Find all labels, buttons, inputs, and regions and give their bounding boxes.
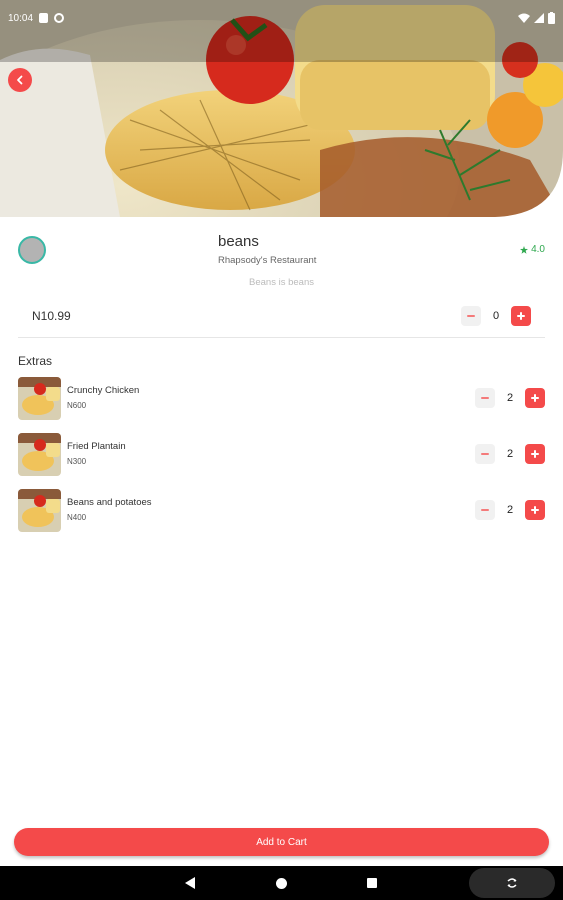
minus-icon [481, 453, 489, 455]
extra-quantity: 2 [506, 392, 514, 404]
signal-icon [534, 13, 544, 23]
item-title: beans [218, 233, 259, 250]
nav-back-button[interactable] [185, 877, 195, 889]
extra-price: N400 [67, 513, 87, 522]
extra-quantity-stepper: 2 [475, 444, 545, 464]
nav-recents-button[interactable] [367, 878, 377, 888]
food-thumbnail-image [18, 377, 61, 420]
extra-quantity: 2 [506, 448, 514, 460]
minus-icon [481, 397, 489, 399]
food-thumbnail-image [18, 489, 61, 532]
chevron-left-icon [17, 75, 23, 85]
decrease-button[interactable] [461, 306, 481, 326]
extra-price: N600 [67, 401, 87, 410]
status-time: 10:04 [8, 12, 34, 24]
star-icon [520, 245, 529, 254]
increase-button[interactable] [511, 306, 531, 326]
decrease-button[interactable] [475, 500, 495, 520]
price-row: N10.99 0 [18, 300, 545, 338]
rotate-button[interactable] [469, 868, 555, 898]
increase-button[interactable] [525, 388, 545, 408]
extra-item: Fried Plantain N300 2 [18, 433, 545, 477]
rating-value: 4.0 [531, 244, 545, 255]
extra-price: N300 [67, 457, 87, 466]
extra-thumbnail [18, 489, 61, 532]
increase-button[interactable] [525, 444, 545, 464]
add-to-cart-button[interactable]: Add to Cart [14, 828, 549, 856]
increase-button[interactable] [525, 500, 545, 520]
extra-quantity-stepper: 2 [475, 500, 545, 520]
decrease-button[interactable] [475, 388, 495, 408]
decrease-button[interactable] [475, 444, 495, 464]
item-description: Beans is beans [249, 277, 314, 288]
battery-icon [548, 12, 555, 24]
item-price: N10.99 [32, 309, 71, 323]
item-quantity: 0 [492, 310, 500, 322]
status-bar: 10:04 [0, 0, 563, 36]
system-navigation-bar [0, 866, 563, 900]
extra-quantity: 2 [506, 504, 514, 516]
food-thumbnail-image [18, 433, 61, 476]
extra-item: Crunchy Chicken N600 2 [18, 377, 545, 421]
extra-item: Beans and potatoes N400 2 [18, 489, 545, 533]
minus-icon [481, 509, 489, 511]
wifi-icon [518, 13, 530, 23]
back-button[interactable] [8, 68, 32, 92]
minus-icon [467, 315, 475, 317]
restaurant-name: Rhapsody's Restaurant [218, 255, 317, 266]
extra-quantity-stepper: 2 [475, 388, 545, 408]
extra-name: Fried Plantain [67, 441, 126, 452]
rotate-icon [507, 878, 517, 888]
extra-thumbnail [18, 377, 61, 420]
sim-card-icon [39, 13, 49, 23]
extra-name: Beans and potatoes [67, 497, 152, 508]
extra-name: Crunchy Chicken [67, 385, 140, 396]
rating: 4.0 [520, 244, 545, 255]
restaurant-avatar [18, 236, 46, 264]
food-detail-screen: 10:04 beans Rhapsody's Restaurant 4.0 Be… [0, 0, 563, 900]
item-quantity-stepper: 0 [461, 306, 531, 326]
data-saver-icon [54, 13, 65, 23]
nav-home-button[interactable] [276, 878, 287, 889]
extras-heading: Extras [18, 354, 53, 368]
extra-thumbnail [18, 433, 61, 476]
